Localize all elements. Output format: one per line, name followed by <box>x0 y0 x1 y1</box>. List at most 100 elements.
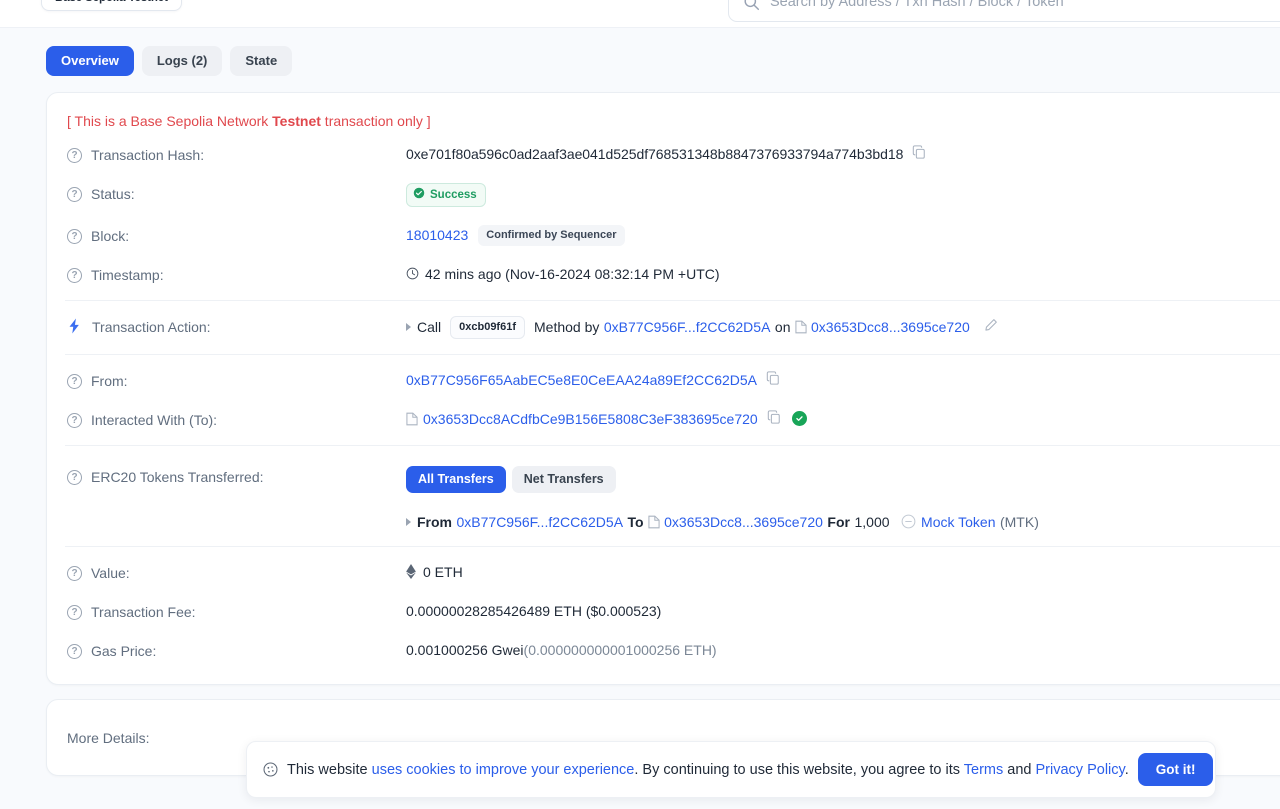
tab-overview[interactable]: Overview <box>46 46 134 76</box>
help-icon[interactable]: ? <box>67 267 82 283</box>
action-call-word: Call <box>417 319 442 336</box>
edit-pencil-icon[interactable] <box>984 317 998 337</box>
token-name-link[interactable]: Mock Token <box>921 514 995 530</box>
value-block: 18010423 Confirmed by Sequencer <box>406 224 1280 246</box>
terms-link[interactable]: Terms <box>964 762 1003 778</box>
transaction-fee-amount: 0.00000028285426489 ETH ($0.000523) <box>406 602 662 619</box>
help-icon[interactable]: ? <box>67 643 82 659</box>
value-interacted-with: 0x3653Dcc8ACdfbCe9B156E5808C3eF383695ce7… <box>406 409 1280 429</box>
cookie-text-2: . By continuing to use this website, you… <box>634 761 964 778</box>
status-badge: Success <box>406 182 486 207</box>
value-from: 0xB77C956F65AabEC5e8E0CeEAA24a89Ef2CC62D… <box>406 370 1280 390</box>
cookie-text-4: . <box>1124 761 1129 778</box>
value-transaction-hash: 0xe701f80a596c0ad2aaf3ae041d525df7685313… <box>406 144 1280 164</box>
copy-icon[interactable] <box>766 370 780 390</box>
value-transaction-fee: 0.00000028285426489 ETH ($0.000523) <box>406 601 1280 621</box>
verified-contract-icon <box>791 411 807 427</box>
row-transaction-fee: ? Transaction Fee: 0.00000028285426489 E… <box>47 592 1280 631</box>
toggle-net-transfers[interactable]: Net Transfers <box>511 465 616 493</box>
value-erc20-transfers: All Transfers Net Transfers <box>406 465 1280 493</box>
token-symbol: (MTK) <box>999 513 1039 530</box>
cookie-banner-text: This website uses cookies to improve you… <box>287 760 1129 780</box>
cookie-policy-link[interactable]: uses cookies to improve your experience <box>372 762 635 778</box>
cookie-icon <box>263 762 278 777</box>
row-erc20-transfers: ? ERC20 Tokens Transferred: All Transfer… <box>47 452 1280 507</box>
privacy-policy-link[interactable]: Privacy Policy <box>1036 762 1125 778</box>
label-transaction-fee: ? Transaction Fee: <box>67 601 406 622</box>
label-interacted-with: ? Interacted With (To): <box>67 409 406 430</box>
label-text: ERC20 Tokens Transferred: <box>91 468 264 485</box>
label-text: Interacted With (To): <box>91 411 218 428</box>
cookie-text-1: This website <box>287 761 372 778</box>
row-timestamp: ? Timestamp: 42 mins ago (Nov-16-2024 08… <box>47 255 1280 294</box>
expand-caret-icon[interactable] <box>406 323 411 332</box>
method-id-chip: 0xcb09f61f <box>450 315 525 339</box>
transfer-to-word: To <box>627 513 644 530</box>
action-method-by-word: Method by <box>534 319 600 336</box>
help-icon[interactable]: ? <box>67 412 82 428</box>
to-address-link[interactable]: 0x3653Dcc8ACdfbCe9B156E5808C3eF383695ce7… <box>423 409 758 429</box>
search-input-placeholder[interactable]: Search by Address / Txn Hash / Block / T… <box>770 0 1064 10</box>
from-address-link[interactable]: 0xB77C956F65AabEC5e8E0CeEAA24a89Ef2CC62D… <box>406 370 757 390</box>
label-text: From: <box>91 372 128 389</box>
help-icon[interactable]: ? <box>67 186 82 202</box>
testnet-notice: [ This is a Base Sepolia Network Testnet… <box>47 113 1280 135</box>
top-bar: Base Sepolia Testnet Search by Address /… <box>0 0 1280 28</box>
help-icon[interactable]: ? <box>67 565 82 581</box>
help-icon[interactable]: ? <box>67 147 82 163</box>
help-icon[interactable]: ? <box>67 373 82 389</box>
eth-value-amount: 0 ETH <box>423 563 463 580</box>
transfer-to-address-link[interactable]: 0x3653Dcc8...3695ce720 <box>664 514 823 530</box>
label-erc20-transfers: ? ERC20 Tokens Transferred: <box>67 466 406 487</box>
got-it-button[interactable]: Got it! <box>1137 753 1214 786</box>
help-icon[interactable]: ? <box>67 228 82 244</box>
search-box[interactable]: Search by Address / Txn Hash / Block / T… <box>728 0 1280 22</box>
label-block: ? Block: <box>67 225 406 246</box>
label-gas-price: ? Gas Price: <box>67 640 406 661</box>
network-badge[interactable]: Base Sepolia Testnet <box>41 0 182 11</box>
label-text: Transaction Action: <box>92 318 211 335</box>
action-on-word: on <box>774 319 791 336</box>
toggle-all-transfers[interactable]: All Transfers <box>406 465 506 493</box>
testnet-notice-prefix: [ This is a Base Sepolia Network <box>67 112 273 129</box>
tab-state[interactable]: State <box>230 46 293 76</box>
copy-icon[interactable] <box>912 144 926 164</box>
contract-document-icon <box>406 412 418 426</box>
transfer-amount: 1,000 <box>854 513 890 530</box>
copy-icon[interactable] <box>767 409 781 429</box>
row-transaction-action: Transaction Action: Call 0xcb09f61f Meth… <box>47 307 1280 348</box>
label-text: Transaction Hash: <box>91 146 205 163</box>
label-text: Block: <box>91 227 130 244</box>
help-icon[interactable]: ? <box>67 469 82 485</box>
row-from: ? From: 0xB77C956F65AabEC5e8E0CeEAA24a89… <box>47 361 1280 400</box>
row-status: ? Status: Success <box>47 174 1280 216</box>
transfers-toggle-group: All Transfers Net Transfers <box>406 465 616 493</box>
ethereum-icon <box>406 564 416 580</box>
block-number-link[interactable]: 18010423 <box>406 225 468 245</box>
transfer-from-address-link[interactable]: 0xB77C956F...f2CC62D5A <box>457 514 624 530</box>
tab-bar: Overview Logs (2) State <box>0 28 1280 76</box>
contract-document-icon <box>648 515 660 529</box>
help-icon[interactable]: ? <box>67 604 82 620</box>
value-timestamp: 42 mins ago (Nov-16-2024 08:32:14 PM +UT… <box>406 264 1280 284</box>
expand-caret-icon[interactable] <box>406 517 411 526</box>
action-contract-link[interactable]: 0x3653Dcc8...3695ce720 <box>811 317 970 337</box>
divider <box>65 444 1280 446</box>
timestamp-value: 42 mins ago (Nov-16-2024 08:32:14 PM +UT… <box>425 265 720 282</box>
action-method-by-address-link[interactable]: 0xB77C956F...f2CC62D5A <box>604 317 771 337</box>
divider <box>65 545 1280 547</box>
gas-price-gwei: 0.001000256 Gwei <box>406 641 524 658</box>
label-value: ? Value: <box>67 562 406 583</box>
label-timestamp: ? Timestamp: <box>67 264 406 285</box>
search-icon <box>743 0 760 11</box>
value-eth-value: 0 ETH <box>406 562 1280 582</box>
value-gas-price: 0.001000256 Gwei (0.000000000001000256 E… <box>406 640 1280 660</box>
divider <box>65 353 1280 355</box>
cookie-consent-banner: This website uses cookies to improve you… <box>246 741 1216 798</box>
label-text: More Details: <box>67 729 150 746</box>
testnet-notice-bold: Testnet <box>272 112 321 129</box>
tab-logs[interactable]: Logs (2) <box>141 46 223 76</box>
testnet-notice-suffix: transaction only ] <box>320 112 431 129</box>
status-badge-label: Success <box>430 188 477 201</box>
erc20-transfer-row: From 0xB77C956F...f2CC62D5A To 0x3653Dcc… <box>386 507 1280 530</box>
